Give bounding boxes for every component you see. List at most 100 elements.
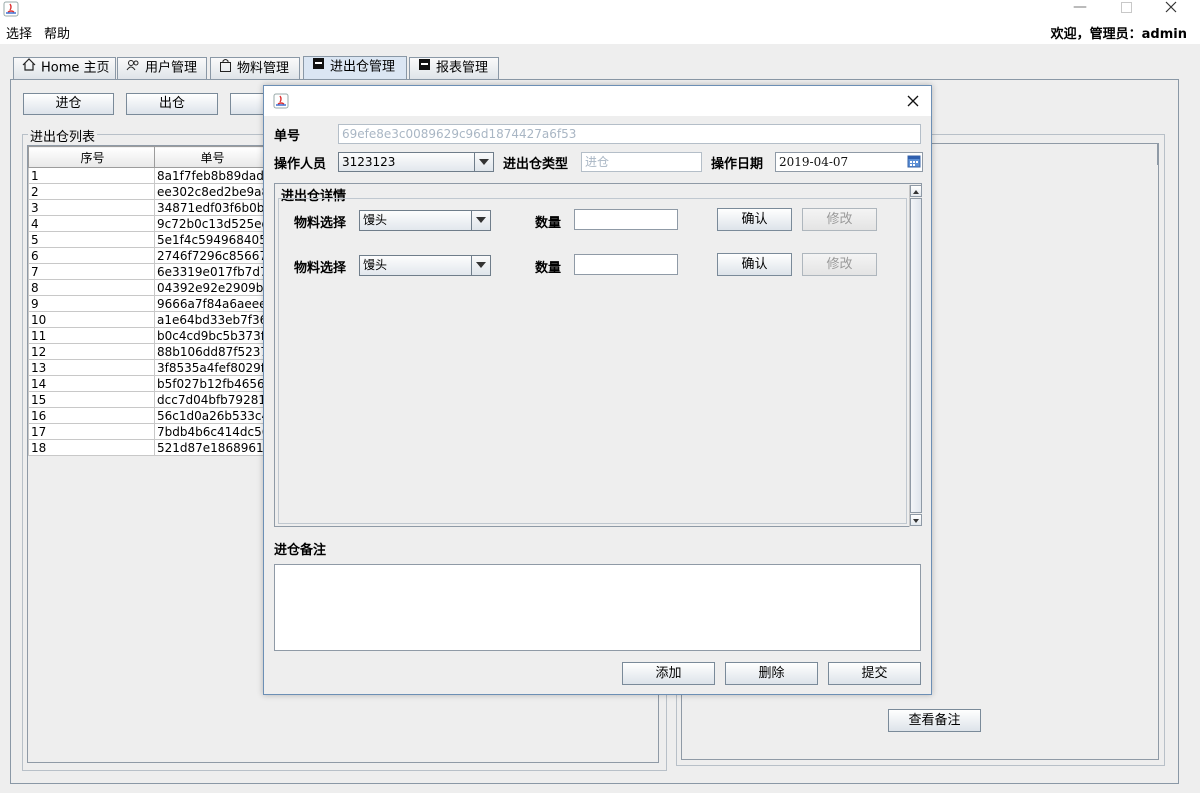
quantity-label: 数量 — [535, 216, 562, 231]
add-button[interactable]: 添加 — [622, 662, 715, 685]
scroll-up-arrow[interactable] — [910, 185, 922, 197]
tab-inout[interactable]: 进出仓管理 — [303, 56, 407, 80]
cell-index[interactable]: 16 — [28, 407, 155, 424]
delete-button[interactable]: 删除 — [725, 662, 818, 685]
cell-order-number[interactable]: 5e1f4c5949684050 — [154, 231, 269, 248]
cell-order-number[interactable]: 2746f7296c856672 — [154, 247, 269, 264]
column-header-index[interactable]: 序号 — [28, 146, 155, 168]
dialog-close-button[interactable] — [904, 92, 922, 110]
quantity-input[interactable] — [574, 209, 678, 230]
table-row[interactable]: 5 5e1f4c5949684050 — [28, 231, 269, 248]
calendar-icon[interactable] — [907, 154, 921, 168]
tab-users[interactable]: 用户管理 — [117, 57, 207, 79]
modify-button[interactable]: 修改 — [802, 253, 877, 276]
chevron-down-icon[interactable] — [474, 153, 493, 171]
cell-index[interactable]: 17 — [28, 423, 155, 440]
details-inner-panel — [278, 198, 907, 524]
cell-index[interactable]: 1 — [28, 167, 155, 184]
cell-index[interactable]: 8 — [28, 279, 155, 296]
tab-reports[interactable]: 报表管理 — [409, 57, 499, 79]
table-row[interactable]: 9 9666a7f84a6aeee6 — [28, 295, 269, 312]
confirm-button[interactable]: 确认 — [717, 253, 792, 276]
cell-index[interactable]: 18 — [28, 439, 155, 456]
scroll-down-arrow[interactable] — [910, 514, 922, 526]
confirm-button[interactable]: 确认 — [717, 208, 792, 231]
chevron-down-icon[interactable] — [471, 256, 490, 275]
material-combo[interactable]: 馒头 — [359, 255, 491, 276]
details-scrollbar[interactable] — [909, 185, 922, 527]
tab-materials[interactable]: 物料管理 — [210, 57, 300, 79]
table-row[interactable]: 2 ee302c8ed2be9a84 — [28, 183, 269, 200]
cell-order-number[interactable]: 9666a7f84a6aeee6 — [154, 295, 269, 312]
quantity-label: 数量 — [535, 261, 562, 276]
cell-order-number[interactable]: 7bdb4b6c414dc56c — [154, 423, 269, 440]
cell-order-number[interactable]: 9c72b0c13d525edc — [154, 215, 269, 232]
column-header-order[interactable]: 单号 — [154, 146, 269, 168]
in-button[interactable]: 进仓 — [23, 93, 114, 115]
cell-index[interactable]: 2 — [28, 183, 155, 200]
cell-index[interactable]: 15 — [28, 391, 155, 408]
cell-index[interactable]: 6 — [28, 247, 155, 264]
cell-order-number[interactable]: 56c1d0a26b533c41 — [154, 407, 269, 424]
cell-index[interactable]: 13 — [28, 359, 155, 376]
table-row[interactable]: 15dcc7d04bfb7928132 — [28, 391, 269, 408]
maximize-button[interactable] — [1116, 0, 1136, 16]
menu-select[interactable]: 选择 — [6, 23, 32, 42]
table-row[interactable]: 7 6e3319e017fb7d7f3 — [28, 263, 269, 280]
cell-index[interactable]: 12 — [28, 343, 155, 360]
table-row[interactable]: 13 3f8535a4fef8029f1f — [28, 359, 269, 376]
modify-button[interactable]: 修改 — [802, 208, 877, 231]
cell-index[interactable]: 7 — [28, 263, 155, 280]
table-row[interactable]: 1 8a1f7feb8b89dad14 — [28, 167, 269, 184]
tab-home[interactable]: Home 主页 — [13, 57, 116, 79]
table-row[interactable]: 17 7bdb4b6c414dc56c — [28, 423, 269, 440]
cell-order-number[interactable]: 34871edf03f6b0bec — [154, 199, 269, 216]
users-icon — [126, 58, 140, 78]
cell-order-number[interactable]: dcc7d04bfb7928132 — [154, 391, 269, 408]
cell-index[interactable]: 10 — [28, 311, 155, 328]
table-row[interactable]: 14 b5f027b12fb4656e7 — [28, 375, 269, 392]
operation-date-field[interactable]: 2019-04-07 — [775, 152, 923, 172]
cell-order-number[interactable]: b0c4cd9bc5b373fe4 — [154, 327, 269, 344]
cell-order-number[interactable]: 8a1f7feb8b89dad14 — [154, 167, 269, 184]
cell-order-number[interactable]: a1e64bd33eb7f368 — [154, 311, 269, 328]
table-row[interactable]: 11 b0c4cd9bc5b373fe4 — [28, 327, 269, 344]
cell-order-number[interactable]: 04392e92e2909b70 — [154, 279, 269, 296]
table-row[interactable]: 6 2746f7296c856672 — [28, 247, 269, 264]
scroll-thumb[interactable] — [910, 198, 922, 513]
cell-index[interactable]: 3 — [28, 199, 155, 216]
minimize-button[interactable]: — — [1068, 0, 1092, 16]
table-row[interactable]: 10 a1e64bd33eb7f368 — [28, 311, 269, 328]
cell-order-number[interactable]: 521d87e18689610b — [154, 439, 269, 456]
cell-order-number[interactable]: 3f8535a4fef8029f1f — [154, 359, 269, 376]
table-row[interactable]: 18 521d87e18689610b — [28, 439, 269, 456]
view-note-button[interactable]: 查看备注 — [888, 709, 981, 732]
cell-index[interactable]: 9 — [28, 295, 155, 312]
cell-order-number[interactable]: 88b106dd87f52379 — [154, 343, 269, 360]
note-textarea[interactable] — [274, 564, 921, 651]
quantity-input[interactable] — [574, 254, 678, 275]
table-row[interactable]: 8 04392e92e2909b70 — [28, 279, 269, 296]
material-combo[interactable]: 馒头 — [359, 210, 491, 231]
out-button[interactable]: 出仓 — [126, 93, 218, 115]
close-window-button[interactable] — [1160, 0, 1182, 16]
chevron-down-icon[interactable] — [471, 211, 490, 230]
cell-index[interactable]: 5 — [28, 231, 155, 248]
inout-list-table[interactable]: 序号 单号 1 8a1f7feb8b89dad14 2 ee302c8ed2be9a8… — [28, 146, 269, 456]
cell-order-number[interactable]: b5f027b12fb4656e7 — [154, 375, 269, 392]
table-row[interactable]: 12 88b106dd87f52379 — [28, 343, 269, 360]
cell-order-number[interactable]: 6e3319e017fb7d7f3 — [154, 263, 269, 280]
menu-help[interactable]: 帮助 — [44, 23, 70, 42]
cell-index[interactable]: 4 — [28, 215, 155, 232]
cell-index[interactable]: 14 — [28, 375, 155, 392]
table-row[interactable]: 3 34871edf03f6b0bec — [28, 199, 269, 216]
table-row[interactable]: 16 56c1d0a26b533c41 — [28, 407, 269, 424]
cell-order-number[interactable]: ee302c8ed2be9a84 — [154, 183, 269, 200]
folder-icon — [312, 57, 325, 77]
operator-label: 操作人员 — [274, 157, 327, 172]
operator-combo[interactable]: 3123123 — [338, 152, 494, 172]
menu-bar — [0, 20, 1200, 44]
table-row[interactable]: 4 9c72b0c13d525edc — [28, 215, 269, 232]
cell-index[interactable]: 11 — [28, 327, 155, 344]
submit-button[interactable]: 提交 — [828, 662, 921, 685]
